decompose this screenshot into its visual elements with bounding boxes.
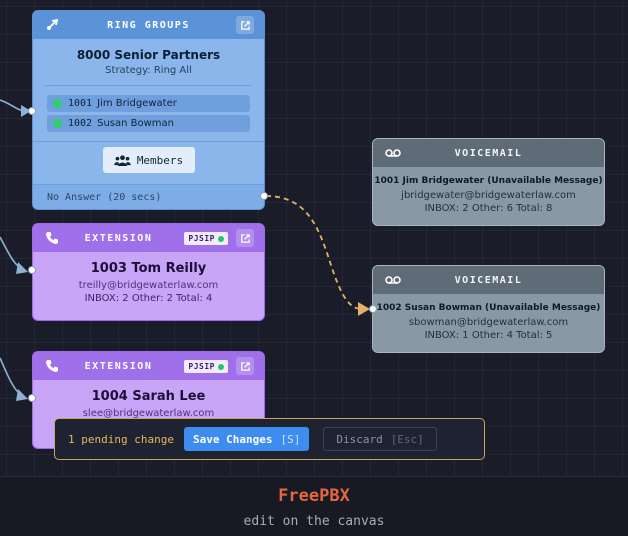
save-shortcut: [S] — [280, 432, 301, 446]
voicemail-mailbox-stats: INBOX: 2 Other: 6 Total: 8 — [424, 203, 553, 214]
save-changes-label: Save Changes — [192, 432, 273, 446]
pjsip-badge-label: PJSIP — [188, 362, 215, 371]
discard-button[interactable]: Discard [Esc] — [323, 427, 437, 451]
flow-canvas[interactable]: RING GROUPS 8000 Senior Partners Strateg… — [0, 0, 628, 476]
tagline: edit on the canvas — [243, 514, 385, 529]
member-name: Susan Bowman — [97, 118, 174, 129]
pending-change-count: 1 pending change — [68, 432, 174, 446]
voicemail-node[interactable]: VOICEMAIL 1001 Jim Bridgewater (Unavaila… — [372, 138, 605, 226]
voicemail-mailbox-stats: INBOX: 1 Other: 4 Total: 5 — [424, 330, 553, 341]
extension-header: EXTENSION PJSIP — [33, 352, 264, 380]
pending-changes-bar: 1 pending change Save Changes [S] Discar… — [54, 418, 485, 460]
ring-group-member[interactable]: 1001 Jim Bridgewater — [47, 95, 250, 112]
save-changes-button[interactable]: Save Changes [S] — [183, 427, 310, 451]
voicemail-email: sbowman@bridgewaterlaw.com — [408, 317, 569, 328]
ring-group-name: 8000 Senior Partners — [76, 48, 221, 62]
voicemail-header-label: VOICEMAIL — [454, 274, 523, 286]
status-online-icon — [218, 235, 224, 242]
edge-to-ring-group[interactable] — [0, 99, 25, 112]
status-online-icon — [53, 99, 62, 108]
footer: FreePBX edit on the canvas — [0, 476, 628, 536]
ring-group-input-port[interactable] — [28, 107, 36, 115]
external-link-icon[interactable] — [236, 357, 254, 375]
status-online-icon — [218, 363, 224, 370]
extension-mailbox-stats: INBOX: 2 Other: 2 Total: 4 — [84, 293, 213, 304]
ring-group-strategy: Strategy: Ring All — [105, 65, 192, 76]
voicemail-node[interactable]: VOICEMAIL 1002 Susan Bowman (Unavailable… — [372, 265, 605, 353]
ring-group-node[interactable]: RING GROUPS 8000 Senior Partners Strateg… — [32, 10, 265, 210]
divider — [45, 85, 252, 86]
voicemail-header-label: VOICEMAIL — [454, 147, 523, 159]
pjsip-badge: PJSIP — [184, 360, 228, 373]
ring-group-header: RING GROUPS — [33, 11, 264, 39]
voicemail-name: 1002 Susan Bowman (Unavailable Message) — [376, 303, 601, 313]
extension-email: treilly@bridgewaterlaw.com — [78, 280, 219, 291]
external-link-icon[interactable] — [236, 16, 254, 34]
phone-icon — [46, 232, 58, 244]
members-button[interactable]: Members — [102, 147, 195, 173]
users-icon — [114, 154, 131, 166]
member-number: 1002 — [68, 118, 93, 129]
voicemail-icon — [385, 276, 401, 284]
no-answer-label: No Answer (20 secs) — [33, 184, 264, 209]
ring-group-no-answer-port[interactable] — [260, 192, 268, 200]
phone-icon — [46, 360, 58, 372]
member-number: 1001 — [68, 98, 93, 109]
pjsip-badge-label: PJSIP — [188, 234, 215, 243]
status-online-icon — [53, 119, 62, 128]
discard-label: Discard — [336, 432, 383, 446]
voicemail-name: 1001 Jim Bridgewater (Unavailable Messag… — [374, 176, 603, 186]
ring-group-header-label: RING GROUPS — [107, 19, 190, 31]
external-link-icon[interactable] — [236, 229, 254, 247]
ring-group-icon — [47, 18, 59, 30]
member-name: Jim Bridgewater — [97, 98, 177, 109]
edge-no-answer-to-voicemail[interactable] — [265, 195, 363, 310]
ring-group-member[interactable]: 1002 Susan Bowman — [47, 115, 250, 132]
voicemail-header: VOICEMAIL — [373, 139, 604, 167]
extension-input-port[interactable] — [28, 394, 36, 402]
voicemail-input-port[interactable] — [369, 305, 377, 313]
pjsip-badge: PJSIP — [184, 232, 228, 245]
edge-to-ext-1004[interactable] — [0, 357, 25, 398]
extension-name: 1004 Sarah Lee — [91, 389, 206, 404]
voicemail-icon — [385, 149, 401, 157]
brand-title: FreePBX — [278, 486, 350, 506]
extension-name: 1003 Tom Reilly — [90, 261, 207, 276]
members-button-label: Members — [136, 153, 184, 167]
divider — [33, 141, 264, 142]
extension-header: EXTENSION PJSIP — [33, 224, 264, 252]
edge-arrow-ext-1003 — [16, 262, 28, 274]
extension-input-port[interactable] — [28, 266, 36, 274]
voicemail-email: jbridgewater@bridgewaterlaw.com — [401, 190, 576, 201]
voicemail-header: VOICEMAIL — [373, 266, 604, 294]
extension-node[interactable]: EXTENSION PJSIP 1003 Tom Reilly treilly@… — [32, 223, 265, 321]
edge-arrow-ext-1004 — [16, 389, 28, 401]
discard-shortcut: [Esc] — [390, 432, 424, 446]
